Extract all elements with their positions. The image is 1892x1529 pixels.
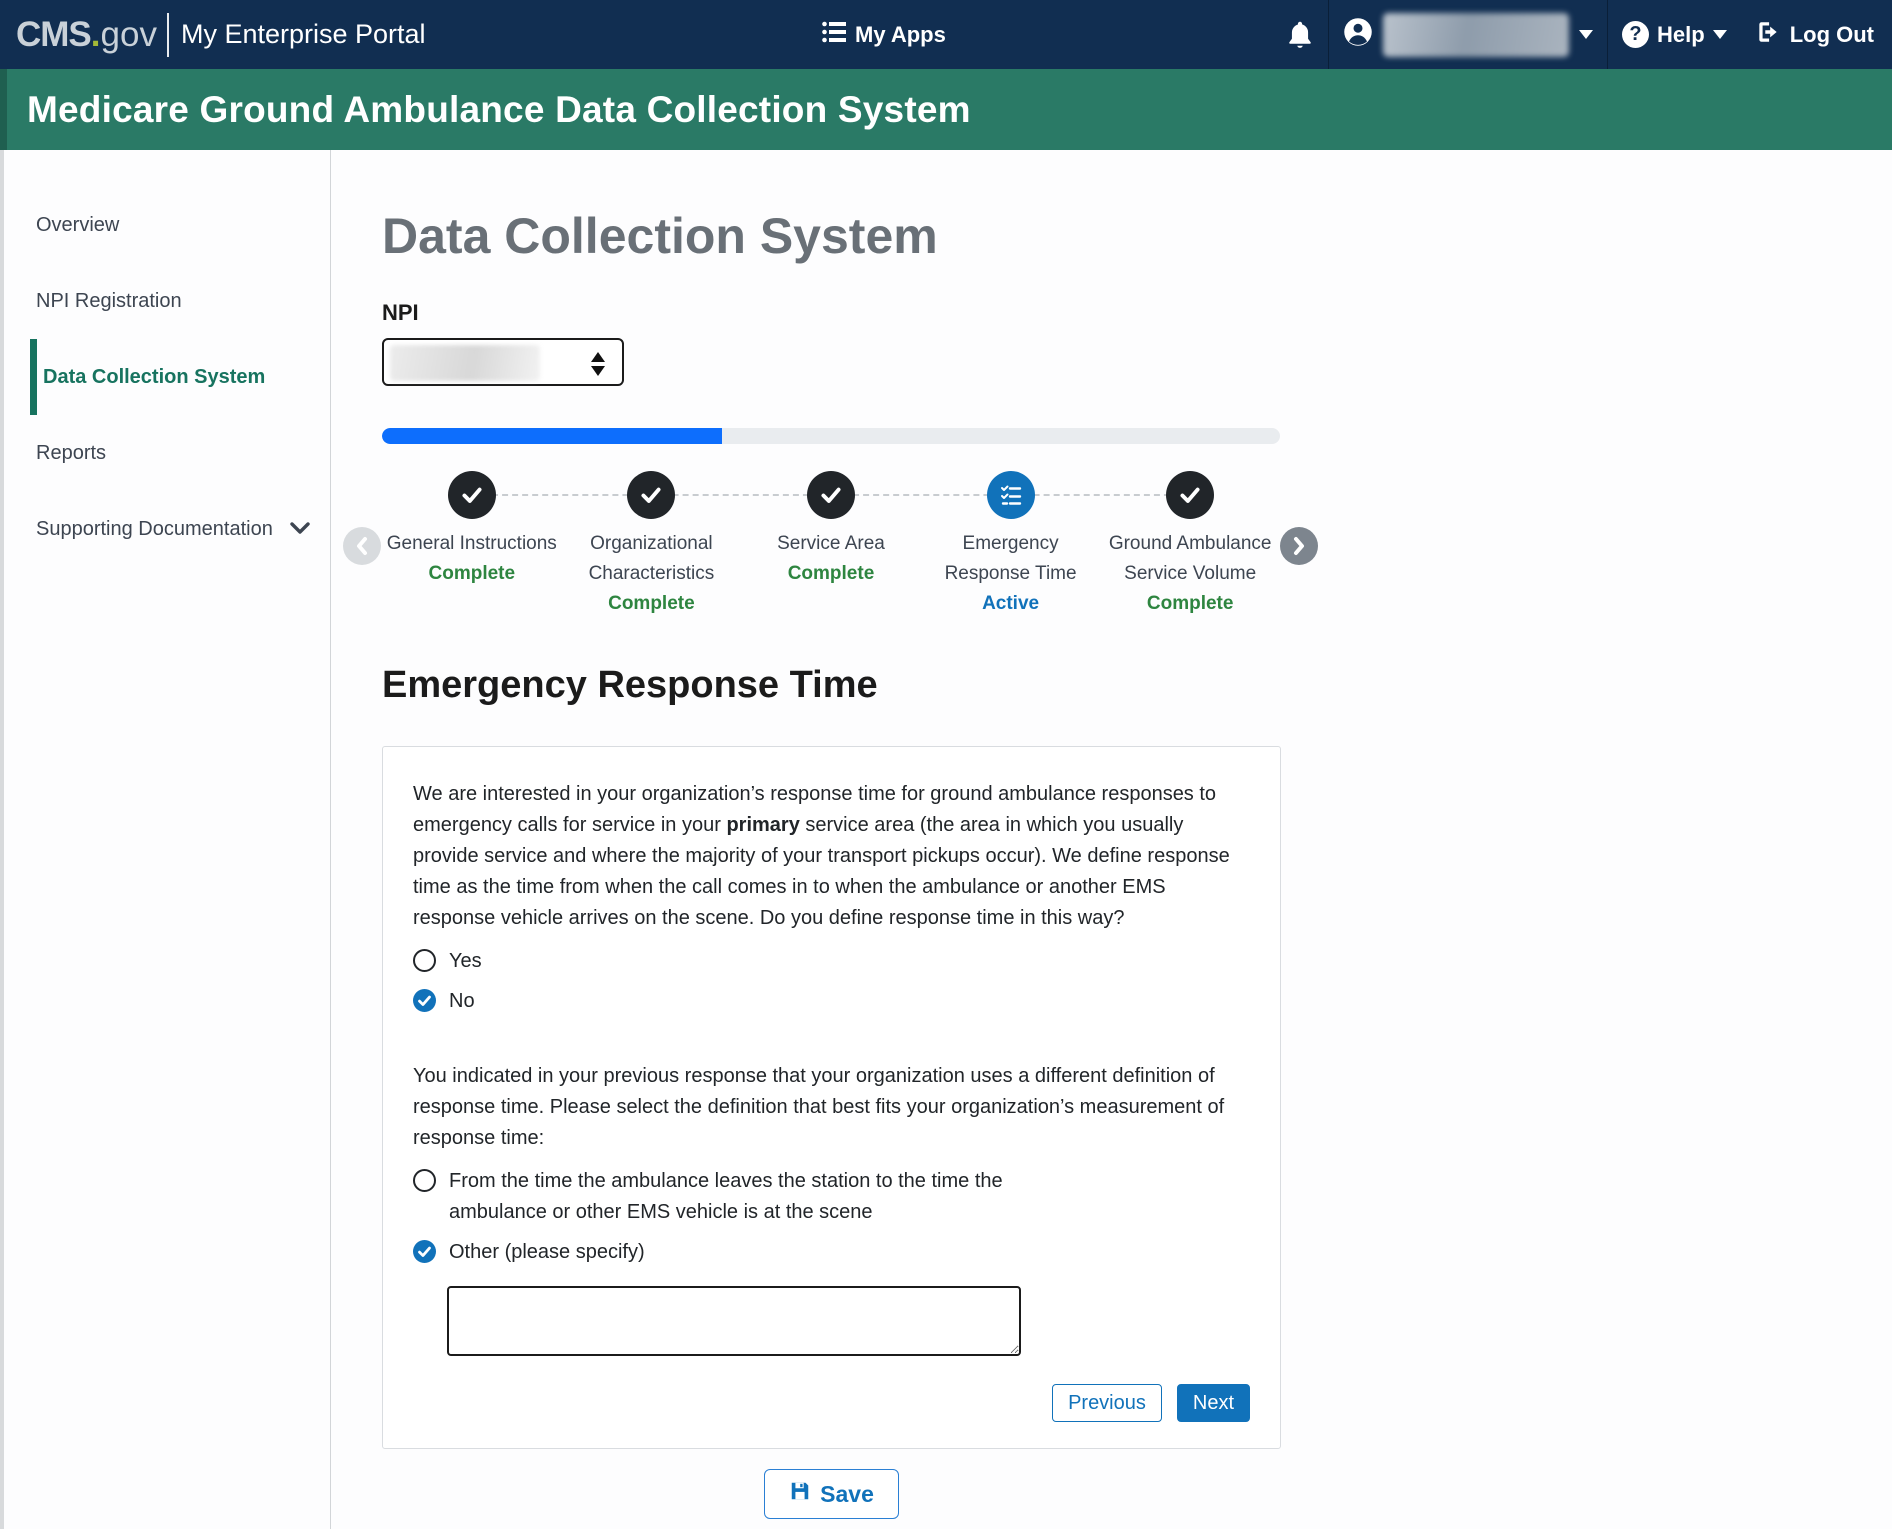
- user-caret-down-icon: [1579, 30, 1593, 39]
- step-status: Complete: [429, 559, 516, 589]
- radio-checked-icon[interactable]: [413, 989, 436, 1012]
- question-card: We are interested in your organization’s…: [382, 746, 1281, 1449]
- brand-divider: [167, 13, 169, 57]
- brand-gov: gov: [101, 15, 157, 55]
- step-complete-check-icon[interactable]: [627, 471, 675, 519]
- step-general-instructions: General Instructions Complete: [382, 471, 562, 619]
- step-label: Ground Ambulance Service Volume: [1100, 529, 1280, 589]
- sidebar-item-label: Reports: [36, 442, 106, 465]
- progress-bar: [382, 428, 1280, 444]
- app-title: Medicare Ground Ambulance Data Collectio…: [27, 89, 971, 131]
- save-row: Save: [382, 1469, 1281, 1519]
- navbar-separator: [1328, 0, 1329, 69]
- save-floppy-icon: [789, 1480, 811, 1508]
- npi-value-redacted: [390, 345, 540, 381]
- sidebar-item-reports[interactable]: Reports: [4, 415, 330, 491]
- radio-option-no[interactable]: No: [413, 986, 1250, 1017]
- step-service-area: Service Area Complete: [741, 471, 921, 619]
- brand-dot: .: [91, 15, 101, 55]
- previous-button[interactable]: Previous: [1052, 1384, 1162, 1422]
- main-content: Data Collection System NPI: [382, 150, 1281, 1519]
- sidebar: Overview NPI Registration Data Collectio…: [4, 150, 331, 1529]
- carousel-next-icon[interactable]: [1280, 527, 1318, 565]
- sidebar-item-label: Overview: [36, 214, 119, 237]
- step-status: Active: [982, 589, 1039, 619]
- step-ground-ambulance-service-volume: Ground Ambulance Service Volume Complete: [1100, 471, 1280, 619]
- step-label: Service Area: [777, 529, 885, 559]
- radio-option-yes[interactable]: Yes: [413, 946, 1250, 977]
- radio-label: From the time the ambulance leaves the s…: [449, 1166, 1049, 1228]
- step-status: Complete: [608, 589, 695, 619]
- radio-checked-icon[interactable]: [413, 1240, 436, 1263]
- step-complete-check-icon[interactable]: [1166, 471, 1214, 519]
- navbar-right-group: ? Help Log Out: [1286, 0, 1884, 69]
- my-apps-button[interactable]: My Apps: [822, 0, 946, 69]
- step-complete-check-icon[interactable]: [807, 471, 855, 519]
- sidebar-item-supporting-documentation[interactable]: Supporting Documentation: [4, 491, 330, 567]
- my-apps-icon: [822, 21, 846, 48]
- chevron-down-icon: [290, 518, 310, 541]
- notifications-bell-icon[interactable]: [1286, 20, 1314, 50]
- step-active-list-icon[interactable]: [987, 471, 1035, 519]
- step-label: General Instructions: [387, 529, 557, 559]
- step-complete-check-icon[interactable]: [448, 471, 496, 519]
- user-avatar-icon: [1343, 17, 1373, 52]
- my-apps-label: My Apps: [855, 22, 946, 48]
- step-carousel: General Instructions Complete Organizati…: [382, 471, 1280, 619]
- app-header: Medicare Ground Ambulance Data Collectio…: [0, 69, 1892, 150]
- user-menu[interactable]: [1343, 13, 1593, 57]
- logout-button[interactable]: Log Out: [1755, 19, 1874, 50]
- radio-label: Other (please specify): [449, 1237, 645, 1268]
- other-specify-textarea[interactable]: [447, 1286, 1021, 1356]
- radio-option-from-station[interactable]: From the time the ambulance leaves the s…: [413, 1166, 1250, 1228]
- portal-name: My Enterprise Portal: [181, 19, 426, 50]
- step-emergency-response-time: Emergency Response Time Active: [921, 471, 1101, 619]
- card-button-row: Previous Next: [413, 1384, 1250, 1422]
- step-status: Complete: [788, 559, 875, 589]
- page-title: Data Collection System: [382, 208, 1281, 264]
- section-title: Emergency Response Time: [382, 661, 1281, 709]
- save-button[interactable]: Save: [764, 1469, 899, 1519]
- progress-bar-fill: [382, 428, 722, 444]
- sidebar-item-label: Supporting Documentation: [36, 518, 273, 541]
- next-button[interactable]: Next: [1177, 1384, 1250, 1422]
- step-label: Emergency Response Time: [921, 529, 1101, 589]
- question1-text: We are interested in your organization’s…: [413, 779, 1250, 934]
- select-arrows-icon: [590, 352, 606, 381]
- npi-label: NPI: [382, 300, 1281, 326]
- user-name-redacted: [1383, 13, 1569, 57]
- save-label: Save: [820, 1481, 874, 1508]
- sidebar-item-overview[interactable]: Overview: [4, 187, 330, 263]
- npi-select[interactable]: [382, 338, 624, 386]
- sidebar-item-data-collection-system[interactable]: Data Collection System: [30, 339, 330, 415]
- step-status: Complete: [1147, 589, 1234, 619]
- help-caret-down-icon: [1713, 30, 1727, 39]
- help-menu[interactable]: ? Help: [1622, 21, 1727, 48]
- help-label: Help: [1657, 22, 1705, 48]
- sidebar-item-npi-registration[interactable]: NPI Registration: [4, 263, 330, 339]
- carousel-previous-icon[interactable]: [343, 527, 381, 565]
- radio-option-other[interactable]: Other (please specify): [413, 1237, 1250, 1268]
- logout-icon: [1755, 19, 1781, 50]
- sidebar-item-label: Data Collection System: [43, 366, 265, 389]
- top-navbar: CMS . gov My Enterprise Portal My Apps: [0, 0, 1892, 69]
- radio-unchecked-icon[interactable]: [413, 1169, 436, 1192]
- question1-options: Yes No: [413, 946, 1250, 1017]
- step-organizational-characteristics: Organizational Characteristics Complete: [562, 471, 742, 619]
- logout-label: Log Out: [1790, 22, 1874, 48]
- sidebar-item-label: NPI Registration: [36, 290, 182, 313]
- page-body: Overview NPI Registration Data Collectio…: [0, 150, 1892, 1529]
- navbar-separator: [1607, 0, 1608, 69]
- help-icon: ?: [1622, 21, 1649, 48]
- brand-cms: CMS: [16, 15, 91, 55]
- question2-text: You indicated in your previous response …: [413, 1061, 1250, 1154]
- radio-label: No: [449, 986, 475, 1017]
- step-label: Organizational Characteristics: [562, 529, 742, 589]
- question2-options: From the time the ambulance leaves the s…: [413, 1166, 1250, 1268]
- radio-unchecked-icon[interactable]: [413, 949, 436, 972]
- radio-label: Yes: [449, 946, 482, 977]
- cms-gov-logo[interactable]: CMS . gov: [16, 15, 157, 55]
